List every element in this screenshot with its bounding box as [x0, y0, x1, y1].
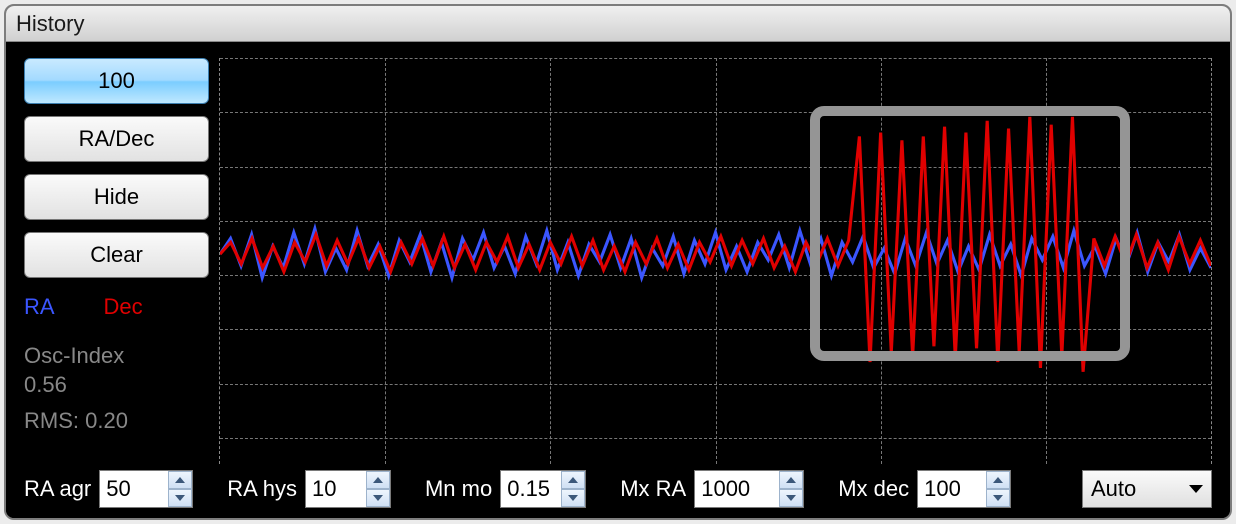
- ra-hys-down[interactable]: [366, 489, 390, 507]
- mx-ra-value[interactable]: 1000: [695, 471, 779, 507]
- mode-button[interactable]: RA/Dec: [24, 116, 209, 162]
- highlight-box: [810, 106, 1130, 361]
- rms-label: RMS:: [24, 408, 79, 433]
- scale-dropdown[interactable]: Auto: [1082, 470, 1212, 508]
- window-title: History: [16, 11, 84, 37]
- ra-hys-spinner[interactable]: 10: [305, 470, 391, 508]
- ra-agr-value[interactable]: 50: [100, 471, 168, 507]
- mn-mo-up[interactable]: [561, 471, 585, 489]
- mx-ra-up[interactable]: [779, 471, 803, 489]
- ra-hys-value[interactable]: 10: [306, 471, 366, 507]
- rms-value: 0.20: [85, 408, 128, 433]
- osc-index-label: Osc-Index: [24, 343, 124, 368]
- mx-dec-up[interactable]: [986, 471, 1010, 489]
- mn-mo-down[interactable]: [561, 489, 585, 507]
- left-panel: 100 RA/Dec Hide Clear RA Dec Osc-Index 0…: [24, 58, 209, 464]
- mx-dec-value[interactable]: 100: [918, 471, 986, 507]
- mn-mo-label: Mn mo: [425, 476, 492, 502]
- clear-button[interactable]: Clear: [24, 232, 209, 278]
- mx-dec-spinner[interactable]: 100: [917, 470, 1011, 508]
- mn-mo-spinner[interactable]: 0.15: [500, 470, 586, 508]
- ra-hys-label: RA hys: [227, 476, 297, 502]
- ra-hys-up[interactable]: [366, 471, 390, 489]
- osc-index-value: 0.56: [24, 372, 67, 397]
- scale-button[interactable]: 100: [24, 58, 209, 104]
- graph-area: [219, 58, 1212, 464]
- ra-agr-down[interactable]: [168, 489, 192, 507]
- mx-dec-down[interactable]: [986, 489, 1010, 507]
- mx-dec-label: Mx dec: [838, 476, 909, 502]
- mx-ra-label: Mx RA: [620, 476, 686, 502]
- mn-mo-value[interactable]: 0.15: [501, 471, 561, 507]
- history-window: History 100 RA/Dec Hide Clear RA Dec Osc…: [4, 4, 1232, 520]
- legend-ra: RA: [24, 294, 53, 319]
- legend: RA Dec: [24, 294, 209, 320]
- dropdown-selected: Auto: [1091, 476, 1136, 502]
- mx-ra-spinner[interactable]: 1000: [694, 470, 804, 508]
- ra-agr-up[interactable]: [168, 471, 192, 489]
- ra-agr-spinner[interactable]: 50: [99, 470, 193, 508]
- status-block: Osc-Index 0.56 RMS: 0.20: [24, 342, 209, 436]
- hide-button[interactable]: Hide: [24, 174, 209, 220]
- chevron-down-icon: [1189, 485, 1203, 493]
- ra-agr-label: RA agr: [24, 476, 91, 502]
- legend-dec: Dec: [103, 294, 142, 319]
- bottom-bar: RA agr 50 RA hys 10: [6, 464, 1230, 518]
- mx-ra-down[interactable]: [779, 489, 803, 507]
- titlebar: History: [6, 6, 1230, 42]
